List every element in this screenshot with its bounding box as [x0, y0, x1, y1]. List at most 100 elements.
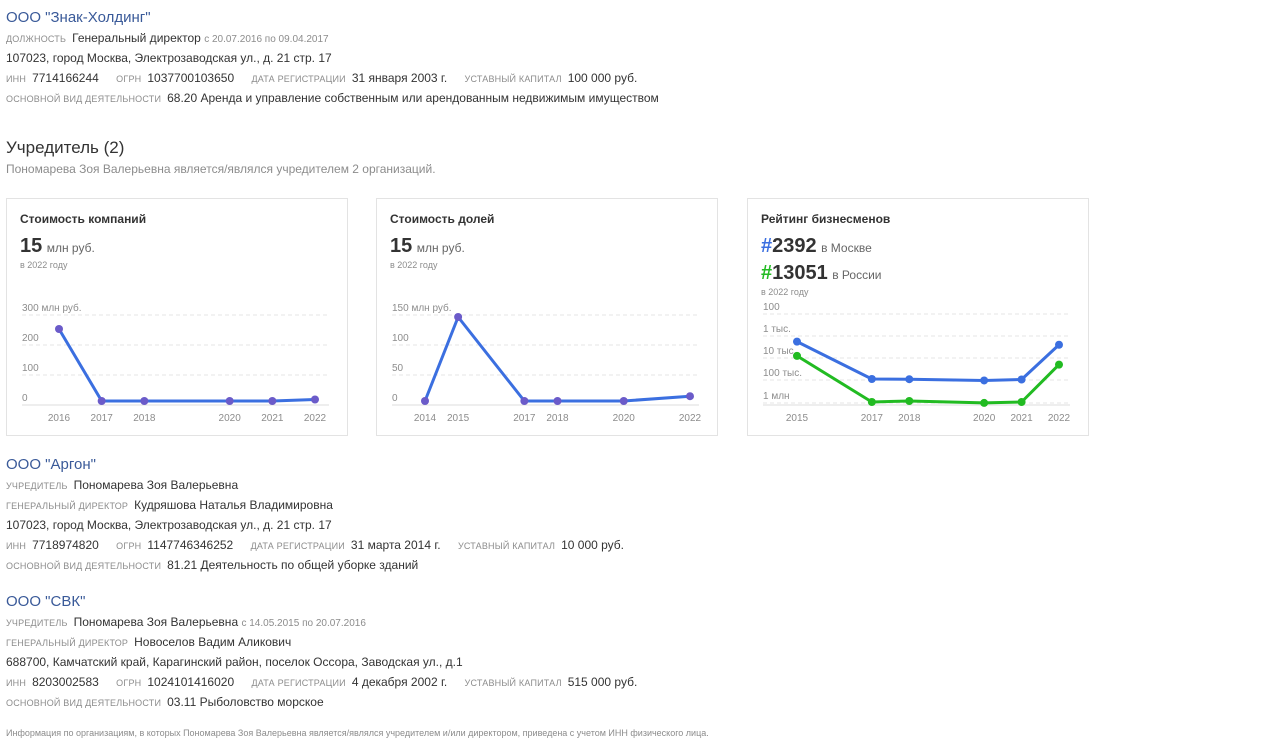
registration-row: инн 7718974820 огрн 1147746346252 дата рег…: [6, 535, 638, 555]
role-value: Генеральный директор: [72, 31, 201, 45]
reg-date-value: 4 декабря 2002 г.: [351, 675, 448, 689]
rating-card: Рейтинг бизнесменов #2392 в Москве #1305…: [747, 198, 1089, 436]
data-point: [553, 397, 562, 405]
capital-value: 515 000 руб.: [567, 675, 638, 689]
y-tick-label: 100: [763, 302, 780, 313]
founder-label: учредитель: [6, 618, 68, 628]
founder-row: учредитель Пономарева Зоя Валерьевна с 14…: [6, 612, 651, 632]
x-tick-label: 2017: [91, 413, 114, 424]
role-dates: с 20.07.2016 по 09.04.2017: [204, 34, 329, 45]
activity-value: 03.11 Рыболовство морское: [167, 695, 324, 709]
y-tick-label: 0: [392, 393, 398, 404]
registration-row: инн 8203002583 огрн 1024101416020 дата рег…: [6, 672, 651, 692]
data-point: [1017, 375, 1026, 384]
data-point: [268, 397, 277, 405]
ogrn-value: 1037700103650: [147, 71, 235, 85]
data-point: [1017, 398, 1026, 406]
inn-label: инн: [6, 541, 27, 551]
data-point: [619, 397, 628, 405]
series-line: [57, 328, 316, 403]
y-tick-label: 150 млн руб.: [392, 302, 452, 314]
ogrn-label: огрн: [116, 541, 142, 551]
role-row: должность Генеральный директор с 20.07.20…: [6, 28, 659, 48]
y-tick-label: 1 тыс.: [763, 324, 791, 335]
inn-value: 7714166244: [32, 71, 99, 85]
x-tick-label: 2015: [786, 413, 809, 424]
y-tick-label: 1 млн: [763, 391, 790, 402]
capital-value: 10 000 руб.: [561, 538, 625, 552]
companies-chart: 0 100 200 300 млн руб. 2016 2017 2018 2020 2021 2…: [22, 302, 329, 424]
series-line: [423, 315, 691, 403]
x-tick-label: 2018: [133, 413, 156, 424]
capital-label: уставный капитал: [464, 74, 562, 84]
x-tick-label: 2021: [1010, 413, 1033, 424]
companies-value-card: Стоимость компаний 15 млн руб. в 2022 го…: [6, 198, 348, 436]
x-tick-label: 2020: [219, 413, 242, 424]
capital-label: уставный капитал: [457, 541, 556, 551]
data-point: [867, 398, 876, 406]
y-tick-label: 100: [22, 363, 39, 374]
activity-row: основной вид деятельности 03.11 Рыболовст…: [6, 692, 651, 712]
data-point: [905, 375, 914, 384]
activity-value: 81.21 Деятельность по общей уборке здани…: [167, 558, 419, 572]
data-point: [980, 376, 989, 385]
data-point: [225, 397, 234, 405]
data-point: [980, 398, 989, 407]
director-value: Кудряшова Наталья Владимировна: [134, 498, 333, 512]
director-label: генеральный директор: [6, 501, 129, 511]
data-point: [793, 351, 801, 360]
data-point: [311, 395, 319, 404]
registration-row: инн 7714166244 огрн 1037700103650 дата рег…: [6, 68, 659, 88]
shares-value-card: Стоимость долей 15 млн руб. в 2022 году …: [376, 198, 718, 436]
inn-value: 7718974820: [32, 538, 99, 552]
data-point: [1055, 360, 1063, 369]
founder-value: Пономарева Зоя Валерьевна: [73, 478, 239, 492]
inn-label: инн: [6, 74, 27, 84]
ogrn-label: огрн: [116, 74, 142, 84]
org-title-link[interactable]: ООО "Знак-Холдинг": [6, 8, 659, 28]
founder-value: Пономарева Зоя Валерьевна: [73, 615, 239, 629]
role-label: должность: [6, 34, 67, 44]
data-point: [97, 397, 106, 405]
address: 688700, Камчатский край, Карагинский рай…: [6, 655, 463, 669]
data-point: [905, 396, 914, 405]
x-tick-label: 2022: [304, 413, 327, 424]
y-tick-label: 100 тыс.: [763, 368, 802, 379]
y-tick-label: 10 тыс.: [763, 346, 796, 357]
x-tick-label: 2016: [48, 413, 71, 424]
founder-row: учредитель Пономарева Зоя Валерьевна: [6, 475, 638, 495]
activity-row: основной вид деятельности 81.21 Деятельно…: [6, 555, 638, 575]
data-point: [686, 392, 694, 401]
capital-value: 100 000 руб.: [567, 71, 638, 85]
org-title-link[interactable]: ООО "СВК": [6, 592, 651, 612]
founder-dates: с 14.05.2015 по 20.07.2016: [241, 618, 366, 629]
y-tick-label: 300 млн руб.: [22, 302, 82, 314]
x-tick-label: 2022: [679, 413, 702, 424]
x-tick-label: 2017: [861, 413, 884, 424]
org-znak-holding: ООО "Знак-Холдинг" должность Генеральный …: [6, 8, 659, 108]
director-value: Новоселов Вадим Аликович: [134, 635, 292, 649]
ogrn-value: 1147746346252: [147, 538, 234, 552]
ogrn-label: огрн: [116, 678, 142, 688]
reg-date-value: 31 января 2003 г.: [351, 71, 448, 85]
activity-value: 68.20 Аренда и управление собственным ил…: [167, 91, 659, 105]
reg-date-label: дата регистрации: [250, 541, 345, 551]
ogrn-value: 1024101416020: [147, 675, 235, 689]
inn-label: инн: [6, 678, 27, 688]
capital-label: уставный капитал: [464, 678, 562, 688]
address: 107023, город Москва, Электрозаводская у…: [6, 518, 332, 532]
inn-value: 8203002583: [32, 675, 99, 689]
activity-label: основной вид деятельности: [6, 561, 162, 571]
data-point: [421, 397, 429, 405]
x-tick-label: 2020: [973, 413, 996, 424]
rating-chart: 100 1 тыс. 10 тыс. 100 тыс. 1 млн 2015 2017 201…: [763, 302, 1071, 424]
shares-chart: 0 50 100 150 млн руб. 2014 2015 2017 2018 2020 20…: [392, 302, 702, 424]
data-point: [793, 337, 801, 346]
org-title-link[interactable]: ООО "Аргон": [6, 455, 638, 475]
activity-label: основной вид деятельности: [6, 698, 162, 708]
x-tick-label: 2021: [261, 413, 284, 424]
data-point: [454, 313, 463, 321]
y-tick-label: 100: [392, 333, 409, 344]
founder-label: учредитель: [6, 481, 68, 491]
org-argon: ООО "Аргон" учредитель Пономарева Зоя Вал…: [6, 455, 638, 575]
